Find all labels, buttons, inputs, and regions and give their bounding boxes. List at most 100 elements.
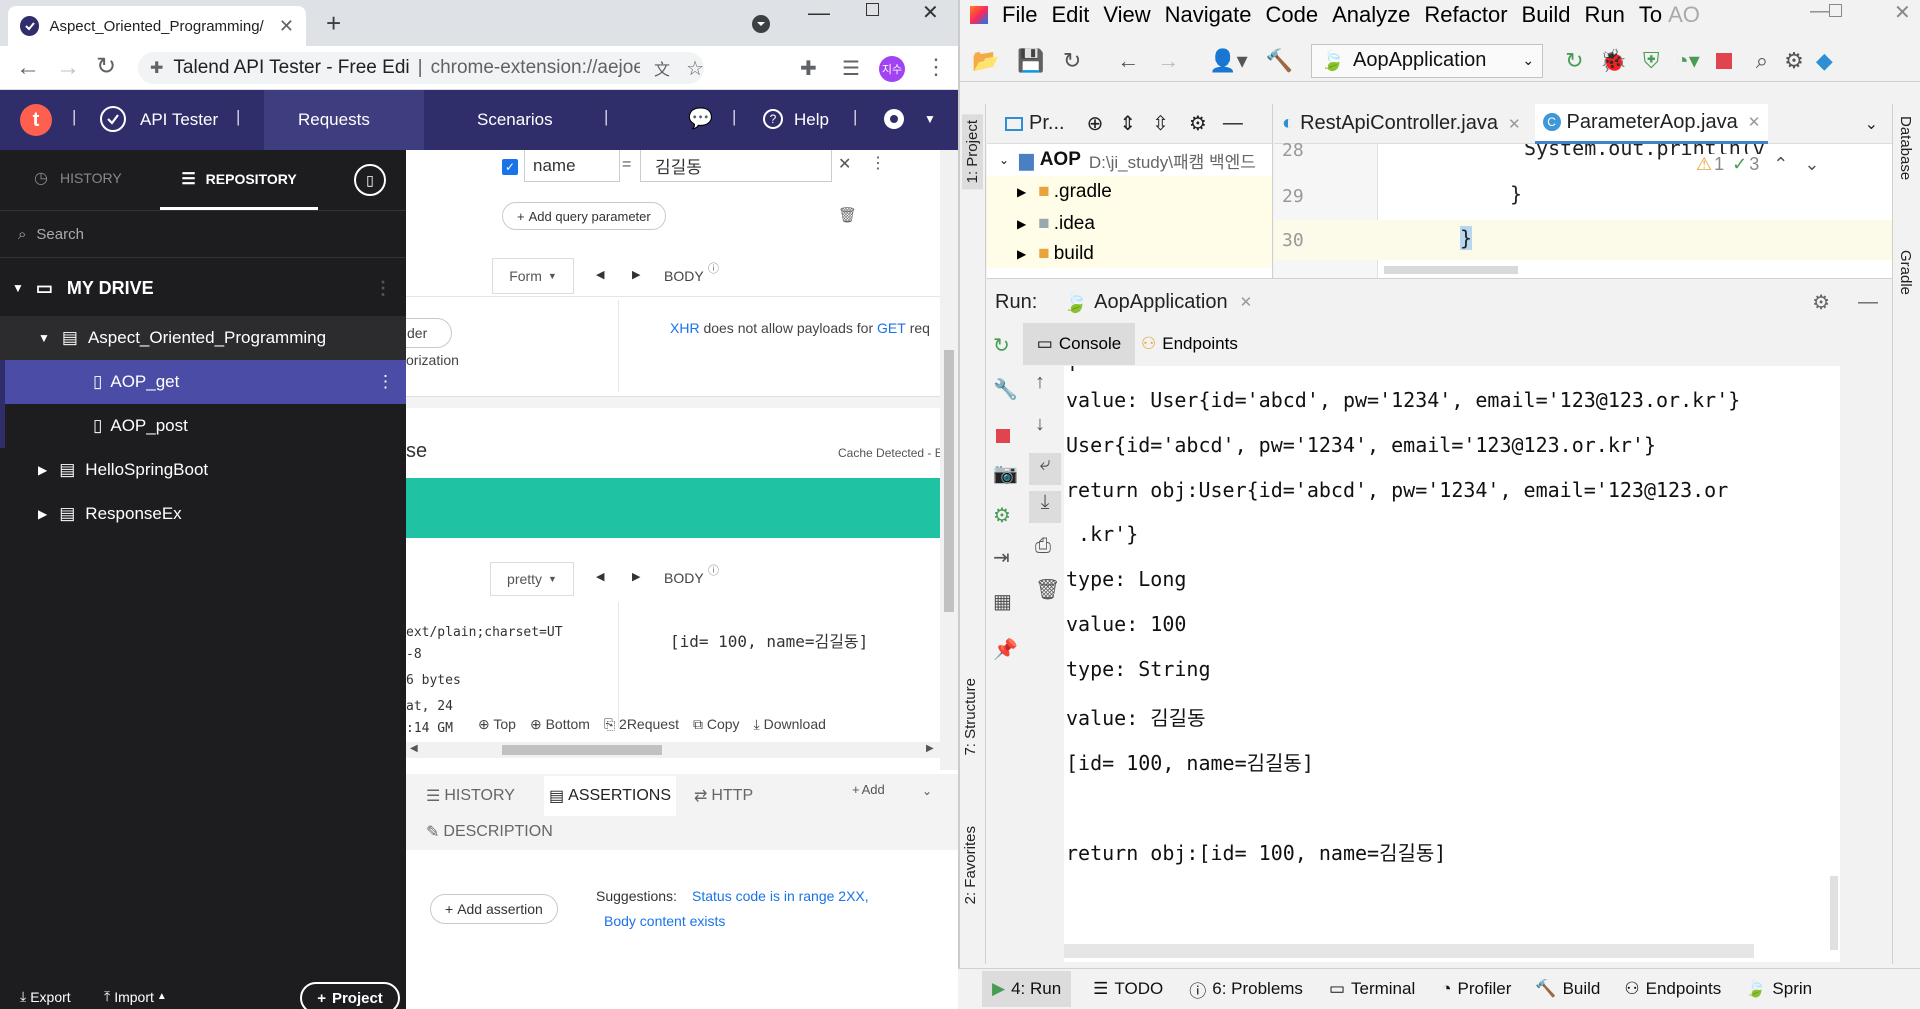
sidebar-item-aop-get[interactable]: ▯ AOP_get ⋮ <box>0 360 406 404</box>
arrow-down-icon[interactable]: ↓ <box>1035 413 1045 436</box>
profile-run-icon[interactable]: ◔▾ <box>1675 48 1699 74</box>
translate-icon[interactable]: 文 <box>654 56 670 80</box>
pretty-dropdown[interactable]: pretty ▼ <box>490 562 574 596</box>
tool-tab-terminal[interactable]: ▭ Terminal <box>1329 979 1415 999</box>
arrow-up-icon[interactable]: ↑ <box>1035 371 1045 394</box>
run-config-tab[interactable]: AopApplication <box>1094 291 1227 314</box>
sidebar-item-responseex[interactable]: ▶ ▤ ResponseEx <box>0 492 406 536</box>
tree-item-gradle[interactable]: ▶ ■ .gradle <box>987 176 1272 208</box>
menu-file[interactable]: File <box>1002 2 1037 28</box>
layout-icon[interactable]: ▦ <box>993 589 1012 614</box>
menu-tools[interactable]: To <box>1639 2 1662 28</box>
wrench-icon[interactable]: 🔧 <box>993 377 1018 402</box>
chat-icon[interactable]: 💬 <box>688 106 713 131</box>
collapse-all-icon[interactable]: ⇳ <box>1152 111 1169 136</box>
menu-code[interactable]: Code <box>1266 2 1319 28</box>
profile-avatar[interactable]: 지수 <box>879 56 905 82</box>
add-tab-button[interactable]: + Add <box>852 782 885 797</box>
tab-http[interactable]: ⇄ HTTP <box>694 786 753 806</box>
next-arrow-icon[interactable]: ▶ <box>632 268 640 281</box>
nav-requests-tab[interactable]: Requests <box>264 90 424 150</box>
drive-menu-icon[interactable]: ⋮ <box>374 278 392 299</box>
chevron-down-icon[interactable]: ⌄ <box>1804 154 1819 175</box>
export-button[interactable]: ⤓ Export <box>20 988 71 1005</box>
nav-help[interactable]: Help <box>794 110 829 130</box>
maximize-icon[interactable] <box>866 3 879 16</box>
trash-icon[interactable]: 🗑 <box>1035 577 1060 602</box>
add-query-param-button[interactable]: + Add query parameter <box>502 202 666 230</box>
tree-item-build[interactable]: ▶ ■ build <box>987 240 1272 268</box>
scroll-to-end-icon[interactable]: ⤓ <box>1029 491 1061 523</box>
save-icon[interactable]: 💾 <box>1017 48 1044 74</box>
side-tab-database[interactable]: Database <box>1897 116 1914 180</box>
scrollbar-thumb[interactable] <box>502 745 662 755</box>
top-button[interactable]: ⊕ Top <box>478 716 516 733</box>
side-tab-favorites[interactable]: 2: Favorites <box>962 826 979 904</box>
vcs-user-icon[interactable]: 👤▾ <box>1209 48 1247 74</box>
restore-layout-icon[interactable]: ⚙ <box>993 503 1011 528</box>
sidebar-tab-repository[interactable]: ☰ REPOSITORY <box>160 150 318 210</box>
param-name-input[interactable]: name <box>524 150 620 182</box>
editor-hscroll[interactable] <box>1384 266 1518 274</box>
settings-gear-icon[interactable]: ⚙ <box>1784 48 1804 74</box>
tree-root-aop[interactable]: ⌄ ▆ AOP D:\ji_study\패캠 백엔드 <box>987 144 1272 176</box>
tool-tab-build[interactable]: 🔨 Build <box>1535 979 1600 999</box>
side-tab-structure[interactable]: 7: Structure <box>962 678 979 756</box>
minimize-icon[interactable]: — <box>808 0 830 26</box>
sidebar-search[interactable]: ⌕ Search <box>0 210 406 258</box>
settings-gear-icon[interactable]: ⚙ <box>1812 290 1830 315</box>
tab-search-icon[interactable] <box>752 15 770 33</box>
maximize-icon[interactable] <box>1829 4 1842 17</box>
vertical-scrollbar[interactable] <box>940 150 958 770</box>
tab-assertions[interactable]: ▤ ASSERTIONS <box>544 776 676 816</box>
open-folder-icon[interactable]: 📂 <box>972 48 999 74</box>
minimize-icon[interactable]: — <box>1810 0 1830 23</box>
scrollbar-thumb[interactable] <box>944 350 954 612</box>
pin-icon[interactable]: 📌 <box>993 637 1018 662</box>
project-panel-label[interactable]: Pr... <box>1029 112 1065 135</box>
menu-build[interactable]: Build <box>1522 2 1571 28</box>
new-document-icon[interactable]: ▯ <box>354 164 386 196</box>
add-header-button-partial[interactable]: der <box>406 318 452 348</box>
tool-tab-spring[interactable]: 🍃 Sprin <box>1745 979 1812 999</box>
close-tab-icon[interactable]: ✕ <box>1748 113 1761 131</box>
soft-wrap-icon[interactable]: ⤶ <box>1029 453 1061 485</box>
form-dropdown[interactable]: Form ▼ <box>492 258 574 294</box>
inspection-widget[interactable]: ⚠ 1 ✓ 3 ⌃ ⌄ <box>1692 154 1824 175</box>
back-icon[interactable]: ← <box>1117 48 1139 74</box>
talend-logo[interactable]: t <box>20 104 52 136</box>
nav-scenarios[interactable]: Scenarios <box>477 110 553 130</box>
console-vscroll[interactable] <box>1830 876 1838 950</box>
import-button[interactable]: ⤒ Import ▲ <box>104 988 167 1005</box>
menu-refactor[interactable]: Refactor <box>1424 2 1507 28</box>
menu-view[interactable]: View <box>1103 2 1150 28</box>
next-arrow-icon[interactable]: ▶ <box>632 570 640 583</box>
stop-icon[interactable] <box>1715 52 1732 69</box>
build-hammer-icon[interactable]: 🔨 <box>1266 48 1293 74</box>
hide-panel-icon[interactable]: — <box>1223 112 1243 135</box>
tab-parameteraop[interactable]: C ParameterAop.java ✕ <box>1534 103 1769 144</box>
endpoints-tab[interactable]: ⚇ Endpoints <box>1141 323 1238 365</box>
back-icon[interactable]: ← <box>16 54 40 82</box>
sidebar-tab-history[interactable]: ◷ HISTORY <box>34 168 122 188</box>
settings-gear-icon[interactable]: ⚙ <box>1189 111 1207 136</box>
login-icon[interactable]: ⇥ <box>993 545 1010 570</box>
close-tab-icon[interactable]: ✕ <box>1508 115 1521 133</box>
expand-all-icon[interactable]: ⇕ <box>1119 111 1136 136</box>
reload-icon[interactable]: ↻ <box>96 52 116 81</box>
add-project-button[interactable]: + Project <box>300 982 400 1009</box>
run-config-dropdown[interactable]: 🍃 AopApplication ⌄ <box>1311 43 1544 78</box>
download-button[interactable]: ⤓ Download <box>754 716 826 733</box>
tab-close-icon[interactable]: ✕ <box>279 16 294 37</box>
sidebar-item-project-aop[interactable]: ▼ ▤ Aspect_Oriented_Programming <box>0 316 406 360</box>
close-run-tab-icon[interactable]: ✕ <box>1240 293 1253 311</box>
print-icon[interactable]: ⎙ <box>1035 535 1051 558</box>
param-value-input[interactable]: 김길동 <box>640 150 832 182</box>
help-icon[interactable]: ? <box>763 109 783 129</box>
rerun-icon[interactable]: ↻ <box>993 333 1010 358</box>
param-menu-icon[interactable]: ⋮ <box>870 153 886 173</box>
tool-tab-profiler[interactable]: ◔ Profiler <box>1441 979 1511 999</box>
console-hscroll[interactable] <box>1064 944 1754 958</box>
user-account-icon[interactable] <box>884 109 904 129</box>
chevron-up-icon[interactable]: ⌃ <box>1773 154 1788 175</box>
